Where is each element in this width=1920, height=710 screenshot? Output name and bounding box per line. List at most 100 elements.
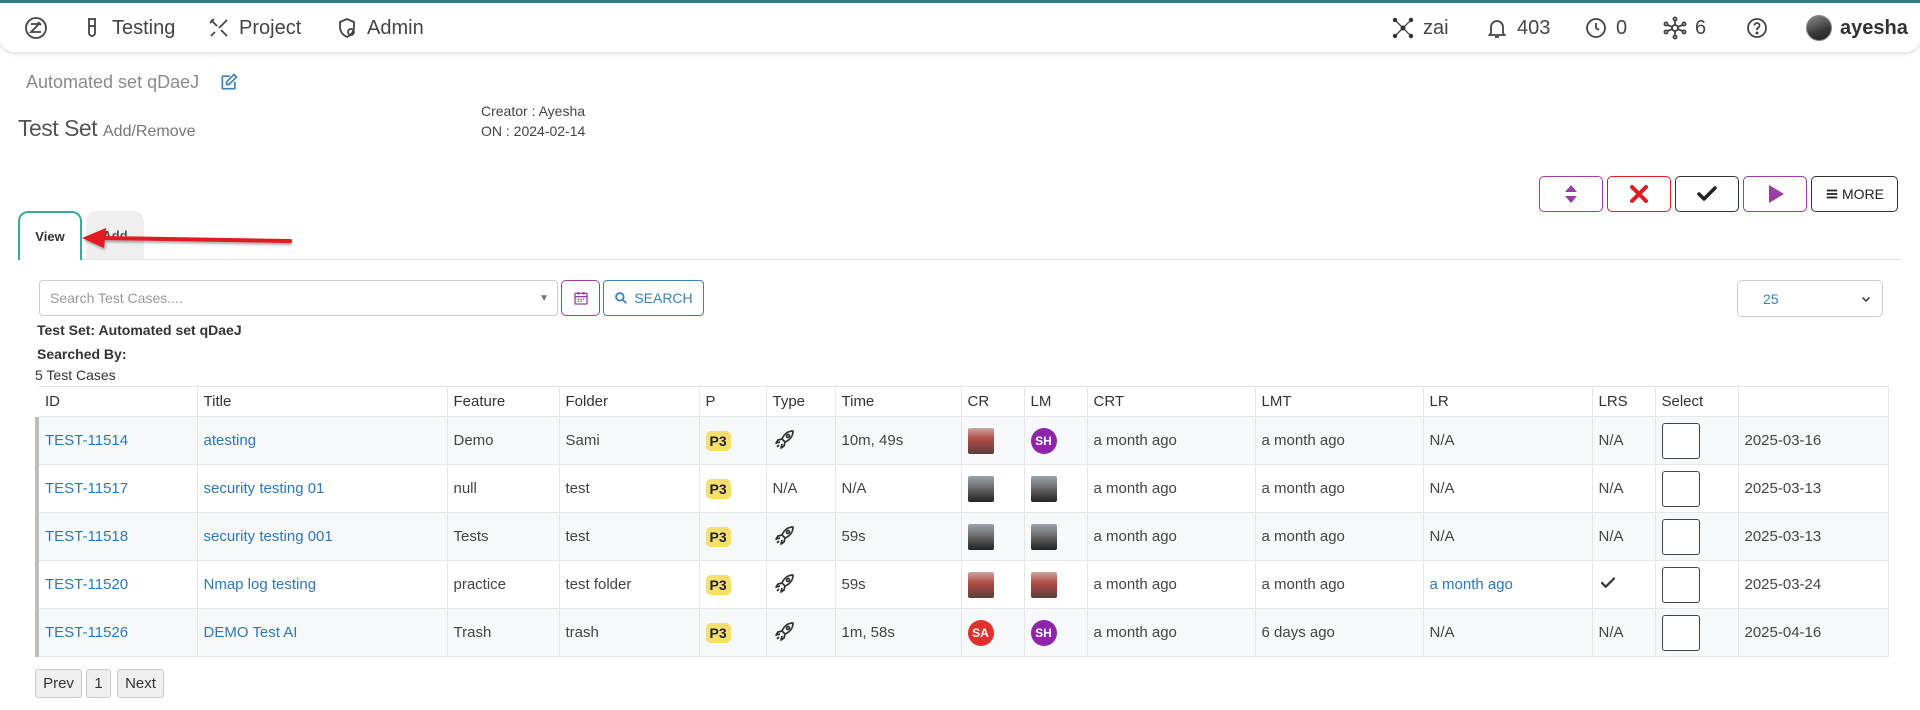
col-date-cell: 2025-03-24 bbox=[1737, 560, 1889, 609]
col-time-cell: 1m, 58s bbox=[834, 608, 962, 657]
creator-avatar-image bbox=[967, 427, 994, 454]
nav-notifications[interactable]: 403 bbox=[1485, 13, 1550, 43]
col-lm-cell bbox=[1023, 464, 1088, 513]
col-cr-cell bbox=[960, 560, 1025, 609]
header-col-priority: P bbox=[698, 386, 767, 417]
network-count: 6 bbox=[1695, 16, 1707, 39]
col-crt-cell: a month ago bbox=[1086, 560, 1256, 609]
row-select-checkbox[interactable] bbox=[1661, 566, 1700, 603]
col-title-cell: Nmap log testing bbox=[196, 560, 448, 609]
col-priority-cell: P3 bbox=[698, 512, 767, 561]
col-type-cell bbox=[765, 416, 836, 465]
search-button[interactable]: SEARCH bbox=[603, 280, 704, 316]
chevron-down-icon bbox=[1861, 296, 1871, 302]
sort-button[interactable] bbox=[1539, 176, 1603, 212]
user-menu[interactable]: ayesha bbox=[1806, 13, 1908, 43]
edit-icon[interactable] bbox=[219, 72, 239, 92]
searched-by-label: Searched By: bbox=[37, 346, 127, 362]
nav-project[interactable]: Project bbox=[207, 13, 301, 43]
col-lr-cell: N/A bbox=[1422, 512, 1593, 561]
confirm-button[interactable] bbox=[1675, 176, 1739, 212]
help-button[interactable] bbox=[1745, 13, 1769, 43]
test-title-link[interactable]: security testing 001 bbox=[204, 528, 333, 545]
col-feature-cell: Tests bbox=[446, 512, 560, 561]
test-id-link[interactable]: TEST-11514 bbox=[45, 432, 128, 449]
col-lrs-cell: N/A bbox=[1591, 464, 1656, 513]
last-run-link[interactable]: a month ago bbox=[1430, 576, 1513, 593]
shield-gear-icon bbox=[339, 18, 355, 39]
col-folder-cell: Sami bbox=[558, 416, 700, 465]
user-avatar bbox=[1806, 15, 1832, 41]
calendar-button[interactable] bbox=[561, 280, 600, 316]
col-lrs-cell: N/A bbox=[1591, 416, 1656, 465]
tab-view[interactable]: View bbox=[18, 211, 82, 260]
table-row[interactable]: TEST-11526 DEMO Test AI Trash trash P3 1m, 58… bbox=[35, 608, 1889, 657]
priority-badge: P3 bbox=[705, 430, 731, 451]
page-1-button[interactable]: 1 bbox=[86, 669, 111, 698]
nav-testing-label: Testing bbox=[112, 16, 176, 39]
col-type-cell: N/A bbox=[765, 464, 836, 513]
col-date-cell: 2025-03-13 bbox=[1737, 464, 1889, 513]
col-lrs-cell: N/A bbox=[1591, 608, 1656, 657]
col-title-cell: DEMO Test AI bbox=[196, 608, 448, 657]
col-type-cell bbox=[765, 512, 836, 561]
cancel-button[interactable] bbox=[1607, 176, 1671, 212]
table-row[interactable]: TEST-11518 security testing 001 Tests test P… bbox=[35, 512, 1889, 561]
notification-count: 403 bbox=[1517, 16, 1551, 39]
page-size-value: 25 bbox=[1763, 290, 1779, 307]
col-select-cell bbox=[1654, 608, 1739, 657]
rocket-icon bbox=[773, 573, 797, 599]
row-select-checkbox[interactable] bbox=[1661, 470, 1700, 507]
table-row[interactable]: TEST-11517 security testing 01 null test P3 N… bbox=[35, 464, 1889, 513]
last-modifier-avatar-image bbox=[1030, 523, 1057, 550]
row-select-checkbox[interactable] bbox=[1661, 518, 1700, 555]
col-id-cell: TEST-11526 bbox=[35, 608, 198, 657]
col-lm-cell bbox=[1023, 560, 1088, 609]
col-select-cell bbox=[1654, 512, 1739, 561]
row-select-checkbox[interactable] bbox=[1661, 614, 1700, 651]
test-id-link[interactable]: TEST-11520 bbox=[45, 576, 128, 593]
test-id-link[interactable]: TEST-11518 bbox=[45, 528, 128, 545]
table-row[interactable]: TEST-11520 Nmap log testing practice test f… bbox=[35, 560, 1889, 609]
nav-admin-label: Admin bbox=[367, 16, 424, 39]
test-id-link[interactable]: TEST-11517 bbox=[45, 480, 128, 497]
test-title-link[interactable]: atesting bbox=[204, 432, 257, 449]
search-combobox[interactable]: ▼ bbox=[39, 280, 558, 316]
test-cases-table: ID Title Feature Folder P Type Time CR LM CRT LMT L… bbox=[35, 386, 1889, 657]
col-lrs-cell bbox=[1591, 560, 1656, 609]
run-button[interactable] bbox=[1743, 176, 1807, 212]
test-title-link[interactable]: DEMO Test AI bbox=[204, 624, 298, 641]
test-title-link[interactable]: Nmap log testing bbox=[204, 576, 317, 593]
col-title-cell: atesting bbox=[196, 416, 448, 465]
nav-testing[interactable]: Testing bbox=[80, 13, 175, 43]
col-id-cell: TEST-11514 bbox=[35, 416, 198, 465]
next-page-button[interactable]: Next bbox=[117, 669, 164, 698]
page-size-select[interactable]: 25 bbox=[1737, 280, 1883, 317]
test-title-link[interactable]: security testing 01 bbox=[204, 480, 325, 497]
table-row[interactable]: TEST-11514 atesting Demo Sami P3 10m, 49s SH a … bbox=[35, 416, 1889, 465]
zai-network-icon bbox=[1392, 17, 1414, 39]
nav-zai[interactable]: zai bbox=[1391, 13, 1449, 43]
col-select-cell bbox=[1654, 416, 1739, 465]
search-input[interactable] bbox=[40, 281, 520, 315]
check-icon bbox=[1697, 186, 1717, 201]
header-col-time: Time bbox=[834, 386, 962, 417]
nav-network[interactable]: 6 bbox=[1663, 13, 1706, 43]
prev-page-button[interactable]: Prev bbox=[35, 669, 82, 698]
timer-count: 0 bbox=[1616, 16, 1628, 39]
search-icon bbox=[615, 292, 628, 304]
row-select-checkbox[interactable] bbox=[1661, 422, 1700, 459]
col-id-cell: TEST-11518 bbox=[35, 512, 198, 561]
more-button[interactable]: MORE bbox=[1811, 176, 1898, 212]
app-logo[interactable] bbox=[24, 13, 48, 43]
creator-avatar-image bbox=[967, 523, 994, 550]
menu-icon bbox=[1826, 189, 1838, 199]
nav-timers[interactable]: 0 bbox=[1584, 13, 1627, 43]
col-lmt-cell: 6 days ago bbox=[1254, 608, 1424, 657]
col-crt-cell: a month ago bbox=[1086, 512, 1256, 561]
creator-info: Creator : Ayesha ON : 2024-02-14 bbox=[481, 101, 585, 141]
nav-admin[interactable]: Admin bbox=[335, 13, 424, 43]
col-feature-cell: Trash bbox=[446, 608, 560, 657]
col-id-cell: TEST-11520 bbox=[35, 560, 198, 609]
test-id-link[interactable]: TEST-11526 bbox=[45, 624, 128, 641]
